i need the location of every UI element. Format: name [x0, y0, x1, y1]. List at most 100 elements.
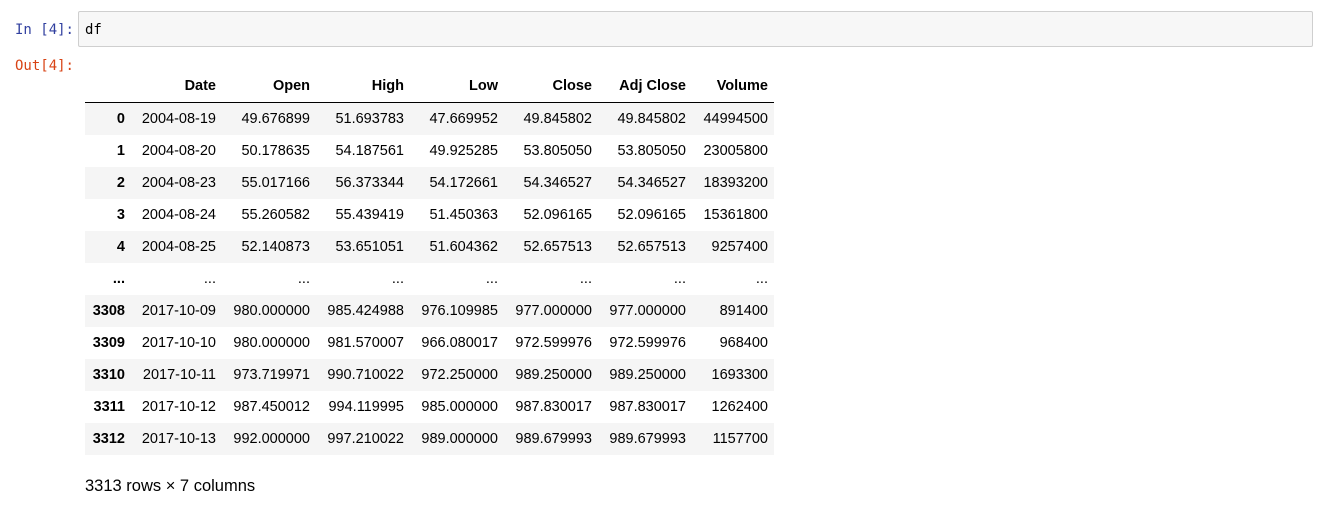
cell-adj-close: 49.845802	[617, 111, 686, 127]
cell-date: 2017-10-09	[141, 303, 216, 319]
cell-date: 2004-08-24	[141, 207, 216, 223]
cell-high: 51.693783	[335, 111, 404, 127]
cell-low: 976.109985	[421, 303, 498, 319]
cell-open: 987.450012	[233, 399, 310, 415]
output-area: Date Open High Low Close Adj Close Volum…	[85, 70, 774, 455]
cell-open: 980.000000	[233, 335, 310, 351]
cell-adj-close: 989.250000	[609, 367, 686, 383]
table-row: 3310 2017-10-11 973.719971 990.710022 972.25…	[85, 359, 774, 391]
cell-low: 989.000000	[421, 431, 498, 447]
cell-open: ...	[297, 271, 310, 287]
cell-adj-close: 53.805050	[617, 143, 686, 159]
cell-close: ...	[579, 271, 592, 287]
cell-close: 53.805050	[523, 143, 592, 159]
cell-open: 55.260582	[241, 207, 310, 223]
table-row: 3308 2017-10-09 980.000000 985.424988 976.10…	[85, 295, 774, 327]
code-input-area[interactable]: df	[78, 11, 1313, 47]
dataframe-shape-note: 3313 rows × 7 columns	[85, 477, 256, 495]
column-header-open: Open	[222, 70, 316, 103]
cell-open: 55.017166	[241, 175, 310, 191]
row-index: 3312	[92, 431, 125, 447]
cell-high: 53.651051	[335, 239, 404, 255]
cell-volume: 1262400	[711, 399, 768, 415]
cell-close: 52.096165	[523, 207, 592, 223]
cell-close: 54.346527	[523, 175, 592, 191]
cell-volume: 44994500	[703, 111, 768, 127]
column-header-low: Low	[410, 70, 504, 103]
cell-high: 990.710022	[327, 367, 404, 383]
row-index: ...	[112, 271, 125, 287]
cell-low: 985.000000	[421, 399, 498, 415]
table-row: 3309 2017-10-10 980.000000 981.570007 966.08…	[85, 327, 774, 359]
table-row: 3 2004-08-24 55.260582 55.439419 51.450363 52…	[85, 199, 774, 231]
cell-volume: 968400	[719, 335, 768, 351]
cell-volume: 891400	[719, 303, 768, 319]
row-index: 3309	[92, 335, 125, 351]
cell-date: 2004-08-20	[141, 143, 216, 159]
row-index: 3310	[92, 367, 125, 383]
cell-high: 54.187561	[335, 143, 404, 159]
cell-open: 49.676899	[241, 111, 310, 127]
cell-close: 972.599976	[515, 335, 592, 351]
cell-high: 985.424988	[327, 303, 404, 319]
cell-adj-close: 987.830017	[609, 399, 686, 415]
column-header-volume: Volume	[692, 70, 774, 103]
row-index: 1	[116, 143, 125, 159]
index-header	[85, 70, 131, 103]
row-index: 3308	[92, 303, 125, 319]
cell-volume: 15361800	[703, 207, 768, 223]
cell-volume: 1157700	[712, 431, 768, 447]
cell-close: 989.250000	[515, 367, 592, 383]
cell-date: 2004-08-25	[141, 239, 216, 255]
cell-low: 966.080017	[421, 335, 498, 351]
cell-close: 977.000000	[515, 303, 592, 319]
cell-low: 47.669952	[429, 111, 498, 127]
row-index: 2	[116, 175, 125, 191]
cell-high: 994.119995	[328, 399, 404, 415]
cell-date: 2017-10-10	[141, 335, 216, 351]
table-row: 0 2004-08-19 49.676899 51.693783 47.669952 49…	[85, 102, 774, 135]
cell-low: 49.925285	[429, 143, 498, 159]
output-prompt: Out[4]:	[14, 58, 74, 74]
cell-close: 987.830017	[515, 399, 592, 415]
cell-open: 52.140873	[241, 239, 310, 255]
table-body: 0 2004-08-19 49.676899 51.693783 47.669952 49…	[85, 102, 774, 455]
cell-high: 981.570007	[327, 335, 404, 351]
row-index: 3311	[93, 399, 125, 415]
code-text[interactable]: df	[85, 20, 102, 40]
dataframe-table: Date Open High Low Close Adj Close Volum…	[85, 70, 774, 455]
cell-close: 989.679993	[515, 431, 592, 447]
cell-volume: 9257400	[711, 239, 768, 255]
cell-date: 2017-10-11	[142, 367, 216, 383]
cell-adj-close: 972.599976	[609, 335, 686, 351]
cell-date: 2017-10-12	[141, 399, 216, 415]
table-row: ........................	[85, 263, 774, 295]
row-index: 3	[116, 207, 125, 223]
cell-adj-close: ...	[673, 271, 686, 287]
cell-low: 972.250000	[421, 367, 498, 383]
cell-volume: 18393200	[703, 175, 768, 191]
cell-volume: 1693300	[711, 367, 768, 383]
cell-adj-close: 989.679993	[609, 431, 686, 447]
cell-close: 49.845802	[523, 111, 592, 127]
row-index: 0	[116, 111, 125, 127]
cell-high: 55.439419	[335, 207, 404, 223]
table-row: 2 2004-08-23 55.017166 56.373344 54.172661 54…	[85, 167, 774, 199]
cell-high: 56.373344	[335, 175, 404, 191]
cell-low: 51.604362	[429, 239, 498, 255]
cell-date: ...	[203, 271, 216, 287]
cell-adj-close: 977.000000	[609, 303, 686, 319]
table-row: 3311 2017-10-12 987.450012 994.119995 985.00…	[85, 391, 774, 423]
cell-close: 52.657513	[523, 239, 592, 255]
column-header-date: Date	[131, 70, 222, 103]
cell-date: 2017-10-13	[141, 431, 216, 447]
cell-low: 54.172661	[429, 175, 498, 191]
table-row: 1 2004-08-20 50.178635 54.187561 49.925285 53…	[85, 135, 774, 167]
table-row: 4 2004-08-25 52.140873 53.651051 51.604362 52…	[85, 231, 774, 263]
cell-adj-close: 52.096165	[617, 207, 686, 223]
cell-low: ...	[485, 271, 498, 287]
table-row: 3312 2017-10-13 992.000000 997.210022 989.00…	[85, 423, 774, 455]
header-row: Date Open High Low Close Adj Close Volum…	[85, 70, 774, 103]
table-header: Date Open High Low Close Adj Close Volum…	[85, 70, 774, 103]
cell-open: 50.178635	[241, 143, 310, 159]
